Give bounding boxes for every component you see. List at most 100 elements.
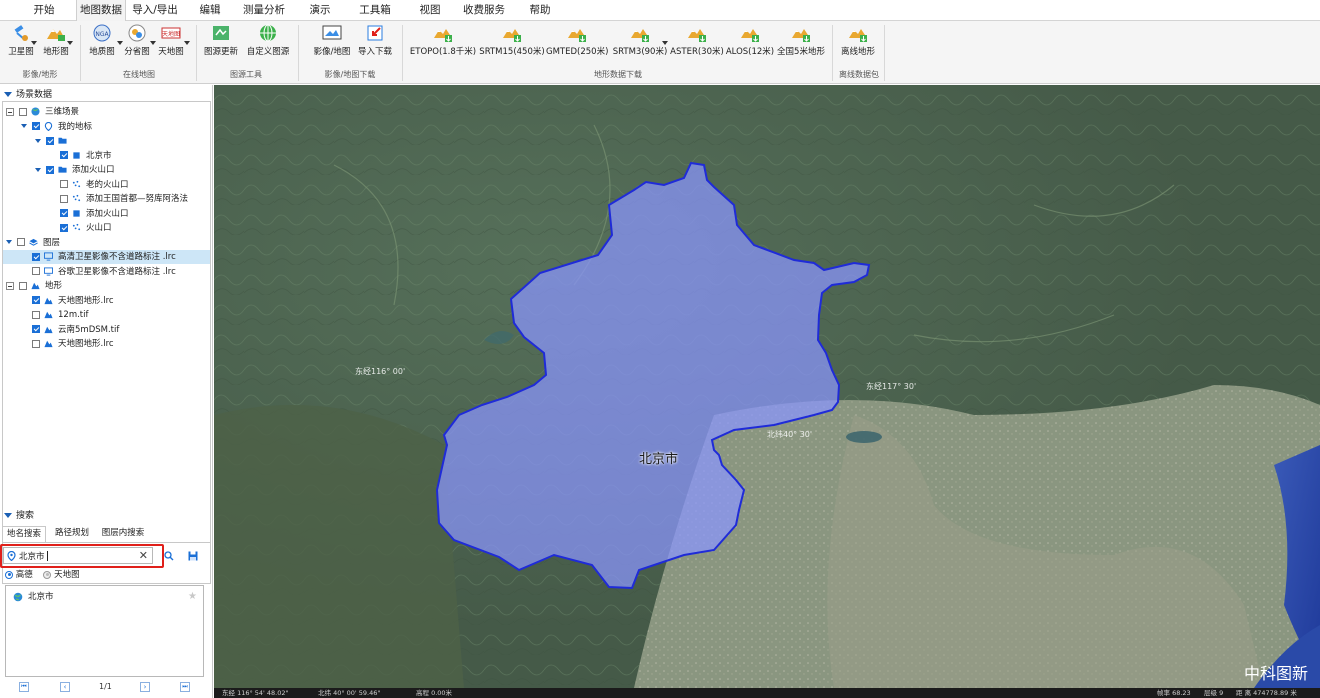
- search-icon[interactable]: [164, 551, 174, 561]
- monitor-icon: [44, 252, 58, 262]
- monitor-icon: [44, 266, 58, 277]
- node-checkbox[interactable]: [46, 165, 54, 174]
- tree-node[interactable]: 添加火山口: [3, 207, 210, 221]
- ribbon-button-6[interactable]: 自定义图源: [243, 23, 293, 59]
- ribbon-button-8[interactable]: 导入下载: [355, 23, 395, 59]
- node-checkbox[interactable]: [32, 296, 40, 304]
- menu-item-0[interactable]: 开始: [20, 0, 68, 21]
- ribbon-button-13[interactable]: ASTER(30米): [670, 23, 724, 59]
- tab-1[interactable]: 路径规划: [50, 526, 94, 541]
- node-checkbox[interactable]: [60, 223, 68, 232]
- tree-node-label: 天地图地形.lrc: [58, 295, 114, 306]
- ribbon-button-15[interactable]: 全国5米地形: [775, 23, 827, 59]
- menu-item-9[interactable]: 帮助: [524, 0, 556, 21]
- node-checkbox[interactable]: [60, 151, 68, 159]
- ribbon-button-7[interactable]: 影像/地图: [308, 23, 356, 59]
- node-checkbox[interactable]: [32, 267, 40, 275]
- map-view[interactable]: 东经116° 00' 东经117° 30' 北纬40° 30' 北京市 中科图新: [214, 85, 1320, 688]
- node-checkbox[interactable]: [32, 310, 40, 319]
- search-header[interactable]: 搜索: [0, 508, 213, 523]
- menu-item-8[interactable]: 收费服务: [456, 0, 512, 21]
- ribbon-button-16[interactable]: 离线地形: [838, 23, 878, 59]
- dropdown-arrow-icon[interactable]: [117, 41, 123, 45]
- tree-node[interactable]: 云南5mDSM.tif: [3, 323, 210, 337]
- menu-item-2[interactable]: 导入/导出: [128, 0, 182, 21]
- terrain-download-icon: [630, 23, 650, 43]
- tree-node[interactable]: 地形: [3, 279, 210, 293]
- tree-node[interactable]: 谷歌卫星影像不含道路标注 .lrc: [3, 265, 210, 279]
- tree-node[interactable]: 我的地标: [3, 120, 210, 134]
- collapse-box-icon[interactable]: [6, 281, 14, 290]
- dropdown-arrow-icon[interactable]: [31, 41, 37, 45]
- radio-tianditu-label: 天地图: [54, 570, 80, 580]
- tree-node[interactable]: 天地图地形.lrc: [3, 294, 210, 308]
- tree-node[interactable]: 北京市: [3, 149, 210, 163]
- ribbon-button-12[interactable]: SRTM3(90米): [610, 23, 670, 59]
- ribbon-button-9[interactable]: ETOPO(1.8千米): [408, 23, 478, 59]
- expand-arrow-icon[interactable]: [35, 138, 41, 143]
- ribbon-button-3[interactable]: 分省图: [121, 23, 153, 59]
- tree-node[interactable]: 高清卫星影像不含道路标注 .lrc: [3, 250, 210, 264]
- tree-node-label: 图层: [43, 237, 61, 248]
- ribbon-toolbar: 卫星图 地形图 NGA 地质图 分省图 天地图 天地图 图源更新 自定义图源 影像/地图 导入下载 E…: [0, 21, 1320, 84]
- node-checkbox[interactable]: [60, 194, 68, 203]
- node-checkbox[interactable]: [32, 325, 40, 333]
- ribbon-button-label: 天地图: [158, 47, 184, 57]
- tree-node[interactable]: 添加王国首都—努库阿洛法: [3, 192, 210, 206]
- scene-data-header[interactable]: 场景数据: [0, 87, 213, 102]
- list-item[interactable]: 北京市 ★: [6, 589, 203, 605]
- collapse-box-icon[interactable]: [6, 107, 14, 116]
- dropdown-arrow-icon[interactable]: [184, 41, 190, 45]
- menu-item-3[interactable]: 编辑: [194, 0, 226, 21]
- node-checkbox[interactable]: [60, 180, 68, 188]
- menu-item-6[interactable]: 工具箱: [352, 0, 398, 21]
- node-checkbox[interactable]: [32, 122, 40, 130]
- prev-page-icon[interactable]: ‹: [60, 682, 70, 692]
- tab-0[interactable]: 地名搜索: [2, 526, 46, 543]
- radio-gaode[interactable]: [5, 570, 13, 579]
- tree-node[interactable]: 图层: [3, 236, 210, 250]
- node-checkbox[interactable]: [46, 136, 54, 145]
- tree-node[interactable]: 老的火山口: [3, 178, 210, 192]
- menu-item-1[interactable]: 地图数据: [76, 0, 126, 22]
- ribbon-button-4[interactable]: 天地图 天地图: [155, 23, 187, 59]
- last-page-icon[interactable]: ⏭: [180, 682, 190, 692]
- save-icon[interactable]: [188, 551, 198, 561]
- radio-tianditu[interactable]: [43, 570, 52, 579]
- lat-label-40: 北纬40° 30': [767, 430, 813, 439]
- first-page-icon[interactable]: ⏮: [19, 682, 29, 692]
- node-checkbox[interactable]: [60, 209, 68, 217]
- star-icon[interactable]: ★: [188, 589, 197, 605]
- node-checkbox[interactable]: [19, 281, 27, 290]
- tree-node[interactable]: [3, 134, 210, 148]
- ribbon-button-10[interactable]: SRTM15(450米): [478, 23, 546, 59]
- next-page-icon[interactable]: ›: [140, 682, 150, 692]
- dropdown-arrow-icon[interactable]: [662, 41, 668, 45]
- tree-node[interactable]: 三维场景: [3, 105, 210, 119]
- menu-item-4[interactable]: 测量分析: [236, 0, 292, 21]
- svg-text:天地图: 天地图: [162, 30, 180, 38]
- node-checkbox[interactable]: [19, 107, 27, 116]
- node-checkbox[interactable]: [17, 238, 25, 246]
- dropdown-arrow-icon[interactable]: [67, 41, 73, 45]
- ribbon-button-11[interactable]: GMTED(250米): [546, 23, 608, 59]
- expand-arrow-icon[interactable]: [6, 240, 12, 244]
- expand-arrow-icon[interactable]: [35, 167, 41, 172]
- ribbon-button-2[interactable]: NGA 地质图: [86, 23, 118, 59]
- menu-item-5[interactable]: 演示: [304, 0, 336, 21]
- node-checkbox[interactable]: [32, 339, 40, 348]
- point-icon: [72, 223, 86, 233]
- dropdown-arrow-icon[interactable]: [150, 41, 156, 45]
- ribbon-button-label: 影像/地图: [313, 47, 351, 57]
- tree-node[interactable]: 12m.tif: [3, 308, 210, 322]
- tab-2[interactable]: 图层内搜索: [96, 526, 150, 541]
- ribbon-button-14[interactable]: ALOS(12米): [725, 23, 775, 59]
- node-checkbox[interactable]: [32, 252, 40, 261]
- tree-node[interactable]: 火山口: [3, 221, 210, 235]
- tree-node[interactable]: 添加火山口: [3, 163, 210, 177]
- menu-item-7[interactable]: 视图: [414, 0, 446, 21]
- expand-arrow-icon[interactable]: [21, 124, 27, 128]
- ribbon-separator: [196, 25, 197, 81]
- ribbon-button-5[interactable]: 图源更新: [201, 23, 241, 59]
- tree-node[interactable]: 天地图地形.lrc: [3, 337, 210, 351]
